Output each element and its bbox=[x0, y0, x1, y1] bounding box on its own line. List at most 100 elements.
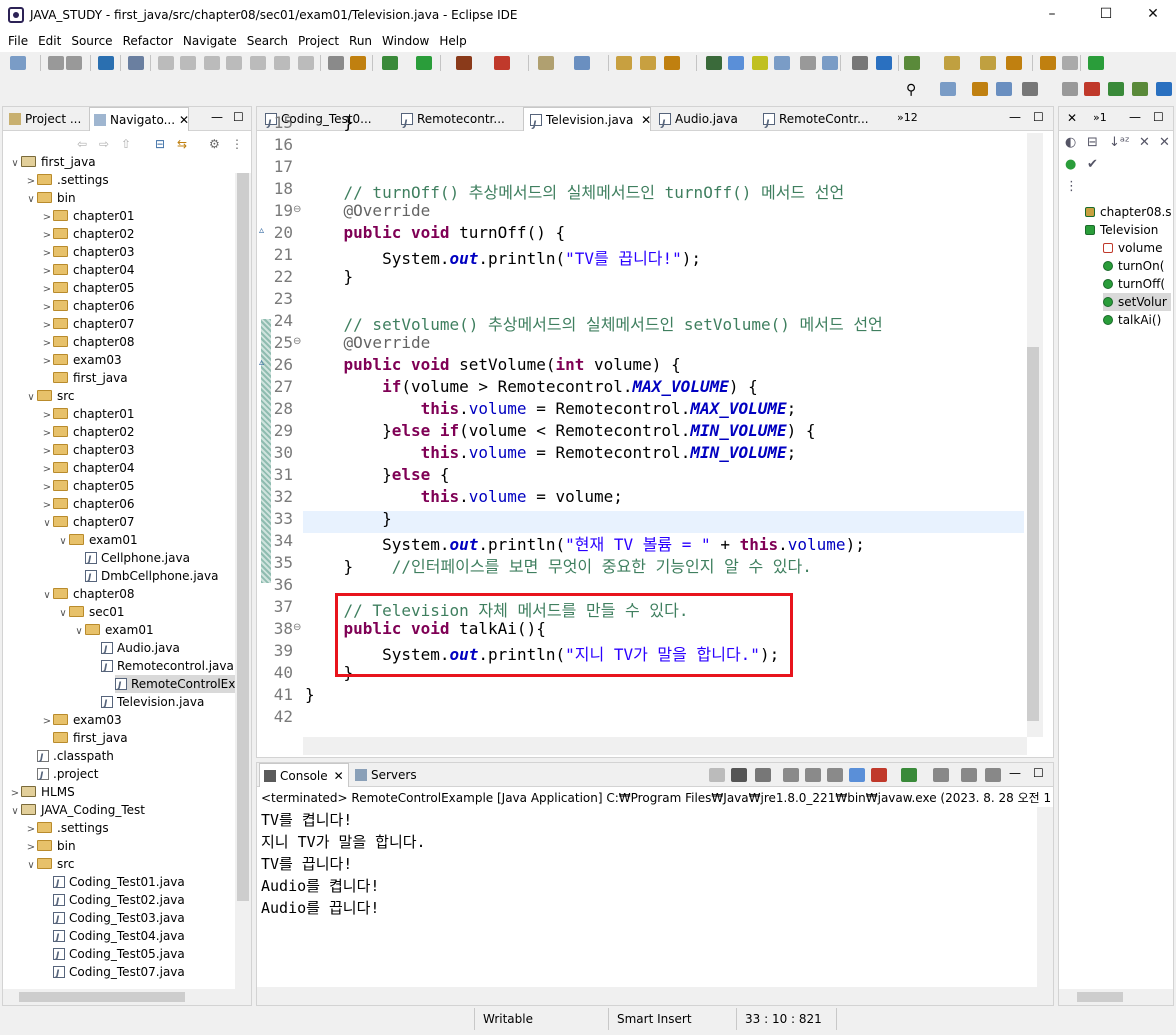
tree-item[interactable]: ∨ src bbox=[3, 855, 74, 873]
tree-item[interactable]: Audio.java bbox=[3, 639, 180, 659]
tree-item[interactable]: first_java bbox=[3, 369, 128, 387]
tree-item[interactable]: ∨ exam01 bbox=[3, 531, 137, 549]
local-types-icon[interactable]: ✔ bbox=[1087, 157, 1098, 172]
toolbar-button-icon[interactable] bbox=[1040, 56, 1056, 70]
minimize-view-icon[interactable]: — bbox=[1129, 110, 1141, 124]
tree-item[interactable]: > chapter01 bbox=[3, 405, 135, 423]
tree-item[interactable]: > chapter04 bbox=[3, 459, 135, 477]
menu-edit[interactable]: Edit bbox=[33, 32, 66, 50]
hide-fields-icon[interactable]: ◐ bbox=[1065, 135, 1076, 150]
toolbar-button-icon[interactable] bbox=[944, 56, 960, 70]
tree-item[interactable]: DmbCellphone.java bbox=[3, 567, 219, 587]
toolbar-button-icon[interactable] bbox=[728, 56, 744, 70]
menu-run[interactable]: Run bbox=[344, 32, 377, 50]
toolbar-button-icon[interactable] bbox=[274, 56, 290, 70]
tree-item[interactable]: RemoteControlExam bbox=[115, 675, 235, 695]
console-toolbar-icon[interactable] bbox=[871, 768, 887, 782]
menu-search[interactable]: Search bbox=[242, 32, 293, 50]
console-toolbar-icon[interactable] bbox=[827, 768, 843, 782]
tree-item[interactable]: Coding_Test05.java bbox=[3, 945, 185, 965]
console-toolbar-icon[interactable] bbox=[985, 768, 1001, 782]
tree-item[interactable]: > chapter01 bbox=[3, 207, 135, 225]
toolbar-button-icon[interactable] bbox=[180, 56, 196, 70]
toolbar-button-icon[interactable] bbox=[48, 56, 64, 70]
tab-navigator[interactable]: Navigato... ✕ bbox=[89, 107, 189, 131]
toolbar-button-icon[interactable] bbox=[128, 56, 144, 70]
outline-item[interactable]: Television bbox=[1085, 221, 1171, 239]
menu-window[interactable]: Window bbox=[377, 32, 434, 50]
tab-project-explorer[interactable]: Project ... bbox=[5, 107, 87, 131]
tree-item[interactable]: Coding_Test07.java bbox=[3, 963, 185, 983]
tree-item[interactable]: ∨ exam01 bbox=[3, 621, 153, 639]
toolbar-button-icon[interactable] bbox=[664, 56, 680, 70]
toolbar-button-icon[interactable] bbox=[98, 56, 114, 70]
minimize-button[interactable]: – bbox=[1042, 6, 1062, 22]
fold-icon[interactable]: ⊖ bbox=[293, 204, 301, 215]
tree-item[interactable]: ∨ JAVA_Coding_Test bbox=[3, 801, 145, 819]
back-arrow-icon[interactable]: ⇦ bbox=[77, 137, 87, 151]
view-menu-icon[interactable]: ⋮ bbox=[1065, 179, 1078, 194]
toolbar-button-icon[interactable] bbox=[822, 56, 838, 70]
toolbar-button-icon[interactable] bbox=[350, 56, 366, 70]
toolbar-button-icon[interactable] bbox=[980, 56, 996, 70]
outline-item[interactable]: talkAi() bbox=[1103, 311, 1171, 329]
perspective-icon[interactable] bbox=[1132, 82, 1148, 96]
tab-console[interactable]: Console ✕ bbox=[259, 763, 349, 787]
perspective-icon[interactable] bbox=[1156, 82, 1172, 96]
toolbar-button-icon[interactable] bbox=[774, 56, 790, 70]
hide-nonpublic-icon[interactable]: ✕ bbox=[1159, 135, 1170, 150]
maximize-view-icon[interactable]: ☐ bbox=[1033, 766, 1044, 780]
tree-item[interactable]: .project bbox=[3, 765, 98, 785]
toolbar-button-icon[interactable] bbox=[456, 56, 472, 70]
tree-item[interactable]: ∨ sec01 bbox=[3, 603, 124, 621]
tree-item[interactable]: ∨ chapter08 bbox=[3, 585, 134, 603]
toolbar-button-icon[interactable] bbox=[1062, 56, 1078, 70]
tree-item[interactable]: > chapter02 bbox=[3, 225, 135, 243]
tree-item[interactable]: > chapter06 bbox=[3, 495, 135, 513]
toolbar-button-icon[interactable] bbox=[1088, 56, 1104, 70]
console-horizontal-scrollbar[interactable] bbox=[257, 987, 1053, 1005]
toolbar-button-icon[interactable] bbox=[616, 56, 632, 70]
fold-icon[interactable]: ⊖ bbox=[293, 622, 301, 633]
tree-item[interactable]: Remotecontrol.java bbox=[3, 657, 234, 677]
toolbar-button-icon[interactable] bbox=[752, 56, 768, 70]
maximize-button[interactable]: ☐ bbox=[1096, 6, 1116, 22]
tree-item[interactable]: .classpath bbox=[3, 747, 114, 767]
search-icon[interactable]: ⚲ bbox=[906, 82, 922, 98]
hide-static-icon[interactable]: ✕ bbox=[1139, 135, 1150, 150]
scrollbar-thumb[interactable] bbox=[19, 992, 185, 1002]
menu-source[interactable]: Source bbox=[66, 32, 117, 50]
perspective-icon[interactable] bbox=[972, 82, 988, 96]
tree-item[interactable]: Coding_Test01.java bbox=[3, 873, 185, 893]
outline-item[interactable]: volume bbox=[1103, 239, 1171, 257]
menu-refactor[interactable]: Refactor bbox=[118, 32, 178, 50]
toolbar-button-icon[interactable] bbox=[328, 56, 344, 70]
perspective-icon[interactable] bbox=[996, 82, 1012, 96]
toolbar-button-icon[interactable] bbox=[226, 56, 242, 70]
toolbar-button-icon[interactable] bbox=[904, 56, 920, 70]
menu-navigate[interactable]: Navigate bbox=[178, 32, 242, 50]
console-output[interactable]: TV를 켭니다! 지니 TV가 말을 합니다. TV를 끕니다! Audio를 켭니다… bbox=[257, 807, 1037, 987]
console-toolbar-icon[interactable] bbox=[709, 768, 725, 782]
toolbar-button-icon[interactable] bbox=[416, 56, 432, 70]
console-toolbar-icon[interactable] bbox=[849, 768, 865, 782]
collapse-all-icon[interactable]: ⊟ bbox=[155, 137, 165, 151]
console-toolbar-icon[interactable] bbox=[901, 768, 917, 782]
editor-vertical-scrollbar[interactable] bbox=[1027, 133, 1043, 737]
toolbar-button-icon[interactable] bbox=[706, 56, 722, 70]
tree-item[interactable]: > chapter05 bbox=[3, 477, 135, 495]
perspective-icon[interactable] bbox=[1062, 82, 1078, 96]
tree-item[interactable]: > HLMS bbox=[3, 783, 75, 801]
sort-icon[interactable]: ↓ᵃᶻ bbox=[1109, 135, 1130, 150]
outline-item[interactable]: setVolur bbox=[1103, 293, 1171, 311]
outline-horizontal-scrollbar[interactable] bbox=[1059, 989, 1173, 1005]
tree-item[interactable]: > chapter03 bbox=[3, 441, 135, 459]
editor-horizontal-scrollbar[interactable] bbox=[303, 737, 1027, 755]
close-icon[interactable]: ✕ bbox=[1067, 111, 1077, 125]
menu-file[interactable]: File bbox=[3, 32, 33, 50]
tab-overflow[interactable]: »1 bbox=[1093, 111, 1107, 124]
close-button[interactable]: ✕ bbox=[1143, 6, 1163, 22]
link-editor-icon[interactable]: ⇆ bbox=[177, 137, 187, 151]
maximize-view-icon[interactable]: ☐ bbox=[1033, 110, 1044, 124]
up-arrow-icon[interactable]: ⇧ bbox=[121, 137, 131, 151]
